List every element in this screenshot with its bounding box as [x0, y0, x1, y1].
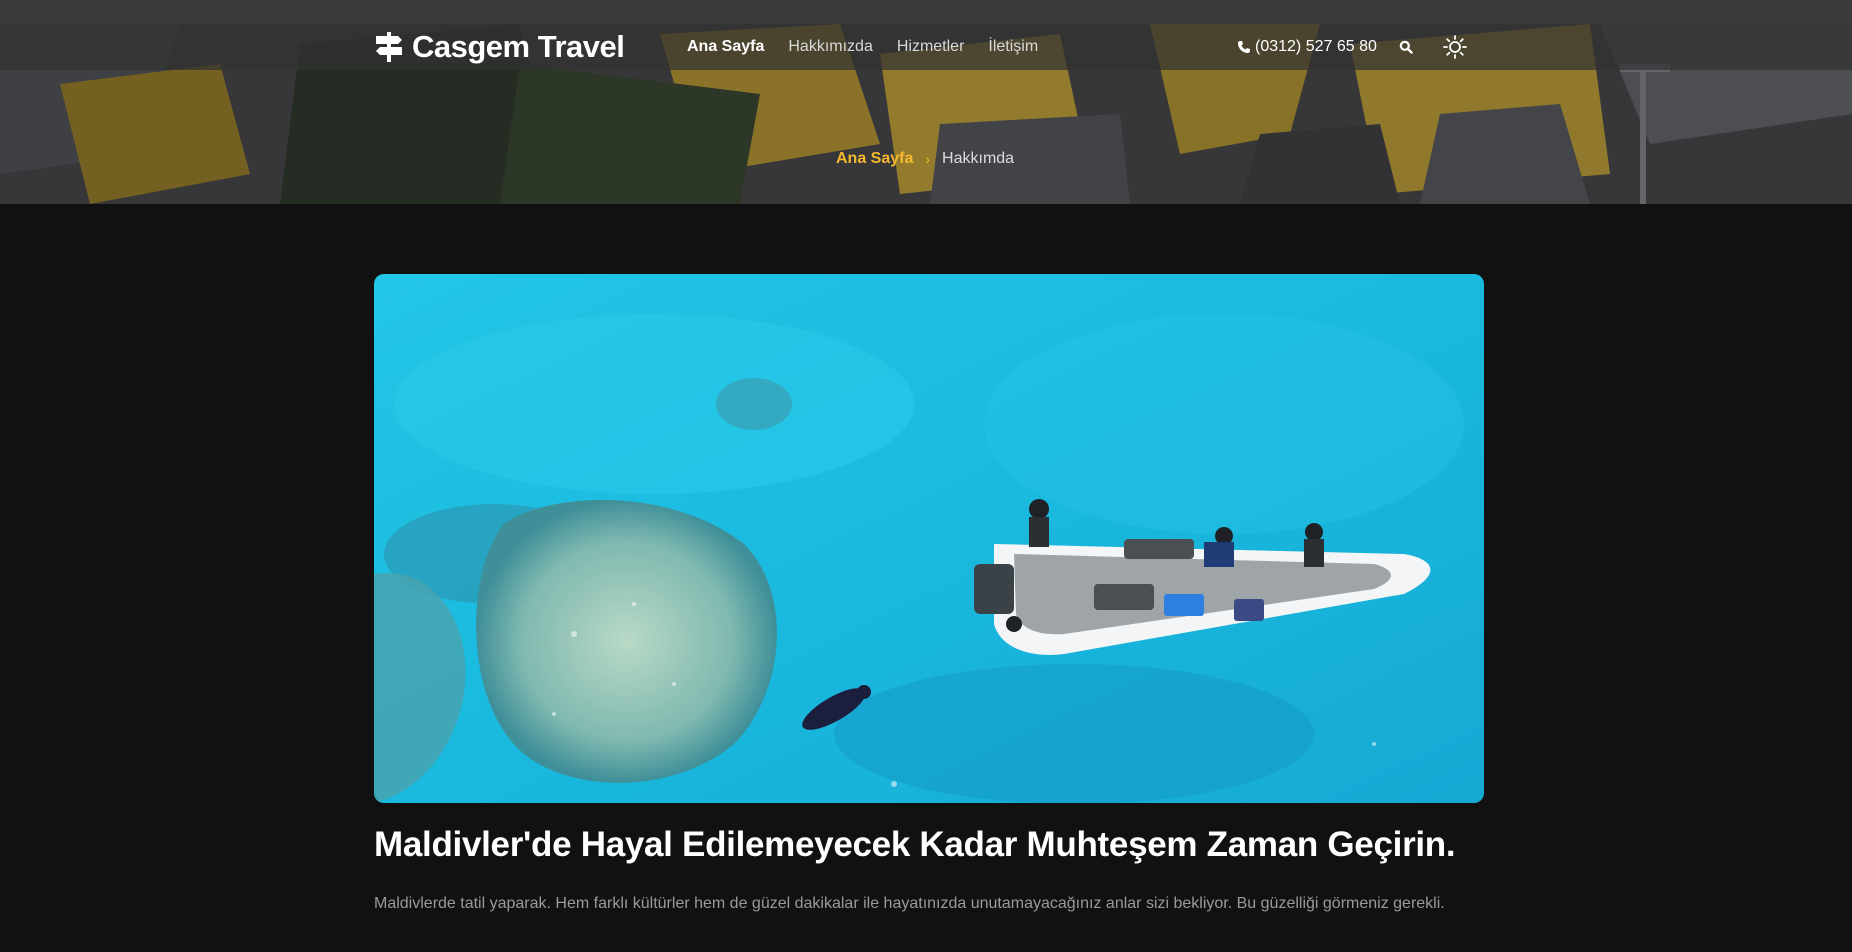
- top-navigation-bar: Casgem Travel Ana Sayfa Hakkımızda Hizme…: [0, 24, 1852, 70]
- theme-toggle-button[interactable]: [1442, 35, 1467, 59]
- search-icon: [1399, 40, 1413, 54]
- header-tools: (0312) 527 65 80: [1237, 24, 1467, 70]
- sun-icon: [1442, 35, 1467, 59]
- brand-logo-link[interactable]: Casgem Travel: [374, 24, 625, 70]
- article-description: Maldivlerde tatil yaparak. Hem farklı kü…: [374, 895, 1445, 912]
- breadcrumb: Ana Sayfa › Hakkımda: [836, 150, 1014, 168]
- phone-number: (0312) 527 65 80: [1255, 38, 1377, 55]
- nav-item-iletisim[interactable]: İletişim: [988, 38, 1038, 56]
- main-nav-menu: Ana Sayfa Hakkımızda Hizmetler İletişim: [687, 24, 1038, 70]
- maldives-boat-photo: [374, 274, 1484, 803]
- signpost-icon: [376, 32, 402, 62]
- photo-illustration: [374, 274, 1484, 803]
- breadcrumb-current: Hakkımda: [942, 150, 1015, 167]
- breadcrumb-home-link[interactable]: Ana Sayfa: [836, 150, 913, 168]
- nav-item-hizmetler[interactable]: Hizmetler: [897, 38, 965, 56]
- breadcrumb-separator: ›: [925, 151, 931, 167]
- phone-link[interactable]: (0312) 527 65 80: [1237, 38, 1377, 56]
- search-button[interactable]: [1399, 40, 1413, 54]
- nav-item-hakkimizda[interactable]: Hakkımızda: [788, 38, 872, 56]
- browser-top-strip: [0, 0, 1852, 24]
- brand-name: Casgem Travel: [412, 29, 625, 64]
- article-title: Maldivler'de Hayal Edilemeyecek Kadar Mu…: [374, 825, 1456, 864]
- nav-item-ana-sayfa[interactable]: Ana Sayfa: [687, 38, 764, 56]
- page-hero-banner: Casgem Travel Ana Sayfa Hakkımızda Hizme…: [0, 24, 1852, 204]
- phone-icon: [1238, 41, 1250, 53]
